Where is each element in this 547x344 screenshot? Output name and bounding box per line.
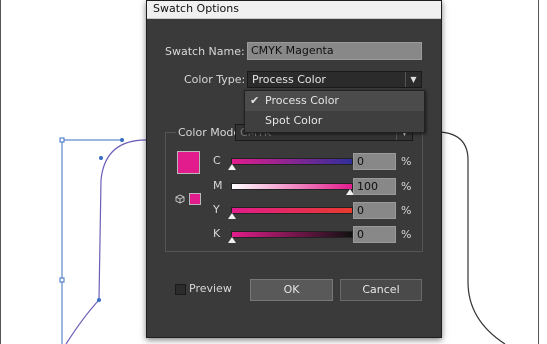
menu-item-process-color[interactable]: ✔ Process Color bbox=[245, 91, 424, 111]
handle-point[interactable] bbox=[120, 138, 124, 142]
out-of-gamut-cube-icon[interactable] bbox=[175, 194, 185, 204]
anchor-point[interactable] bbox=[59, 277, 65, 283]
ok-button[interactable]: OK bbox=[250, 279, 333, 301]
color-type-select[interactable]: Process Color ▼ bbox=[247, 71, 422, 88]
channel-c-unit: % bbox=[401, 155, 412, 168]
channel-y-slider[interactable] bbox=[231, 207, 353, 214]
color-type-label: Color Type: bbox=[184, 73, 246, 86]
swatch-name-label: Swatch Name: bbox=[165, 45, 245, 58]
channel-k-label: K bbox=[213, 227, 221, 240]
channel-c-slider[interactable] bbox=[231, 158, 353, 165]
channel-m-input[interactable]: 100 bbox=[353, 178, 396, 195]
channel-k-thumb[interactable] bbox=[228, 237, 236, 243]
chevron-down-icon[interactable]: ▼ bbox=[405, 72, 421, 87]
channel-y-label: Y bbox=[213, 203, 220, 216]
channel-c-label: C bbox=[213, 154, 221, 167]
channel-k-unit: % bbox=[401, 228, 412, 241]
channel-c-thumb[interactable] bbox=[228, 164, 236, 170]
swatch-options-dialog: Swatch Options Swatch Name: CMYK Magenta… bbox=[146, 0, 442, 338]
anchor-point[interactable] bbox=[59, 137, 65, 143]
color-type-value: Process Color bbox=[252, 73, 326, 86]
preview-checkbox[interactable] bbox=[175, 284, 186, 295]
menu-item-label: Process Color bbox=[265, 94, 339, 107]
cancel-button[interactable]: Cancel bbox=[340, 279, 422, 301]
gamut-swatch[interactable] bbox=[189, 193, 201, 205]
handle-point[interactable] bbox=[99, 156, 103, 160]
channel-k-slider[interactable] bbox=[231, 231, 353, 238]
swatch-name-input[interactable]: CMYK Magenta bbox=[247, 42, 422, 60]
dialog-titlebar[interactable]: Swatch Options bbox=[147, 1, 441, 19]
channel-y-thumb[interactable] bbox=[228, 213, 236, 219]
channel-c-input[interactable]: 0 bbox=[353, 153, 396, 170]
channel-y-unit: % bbox=[401, 204, 412, 217]
channel-m-label: M bbox=[213, 179, 223, 192]
channel-y-input[interactable]: 0 bbox=[353, 202, 396, 219]
channel-k-input[interactable]: 0 bbox=[353, 226, 396, 243]
channel-m-slider[interactable] bbox=[231, 183, 353, 190]
checkmark-icon: ✔ bbox=[250, 94, 260, 107]
preview-label: Preview bbox=[189, 282, 232, 295]
color-type-dropdown-menu: ✔ Process Color Spot Color bbox=[244, 90, 425, 133]
menu-item-spot-color[interactable]: Spot Color bbox=[245, 111, 424, 131]
menu-item-label: Spot Color bbox=[265, 114, 323, 127]
handle-point[interactable] bbox=[97, 298, 101, 302]
channel-m-unit: % bbox=[401, 180, 412, 193]
dialog-title: Swatch Options bbox=[153, 2, 239, 15]
color-preview-swatch bbox=[177, 151, 200, 174]
